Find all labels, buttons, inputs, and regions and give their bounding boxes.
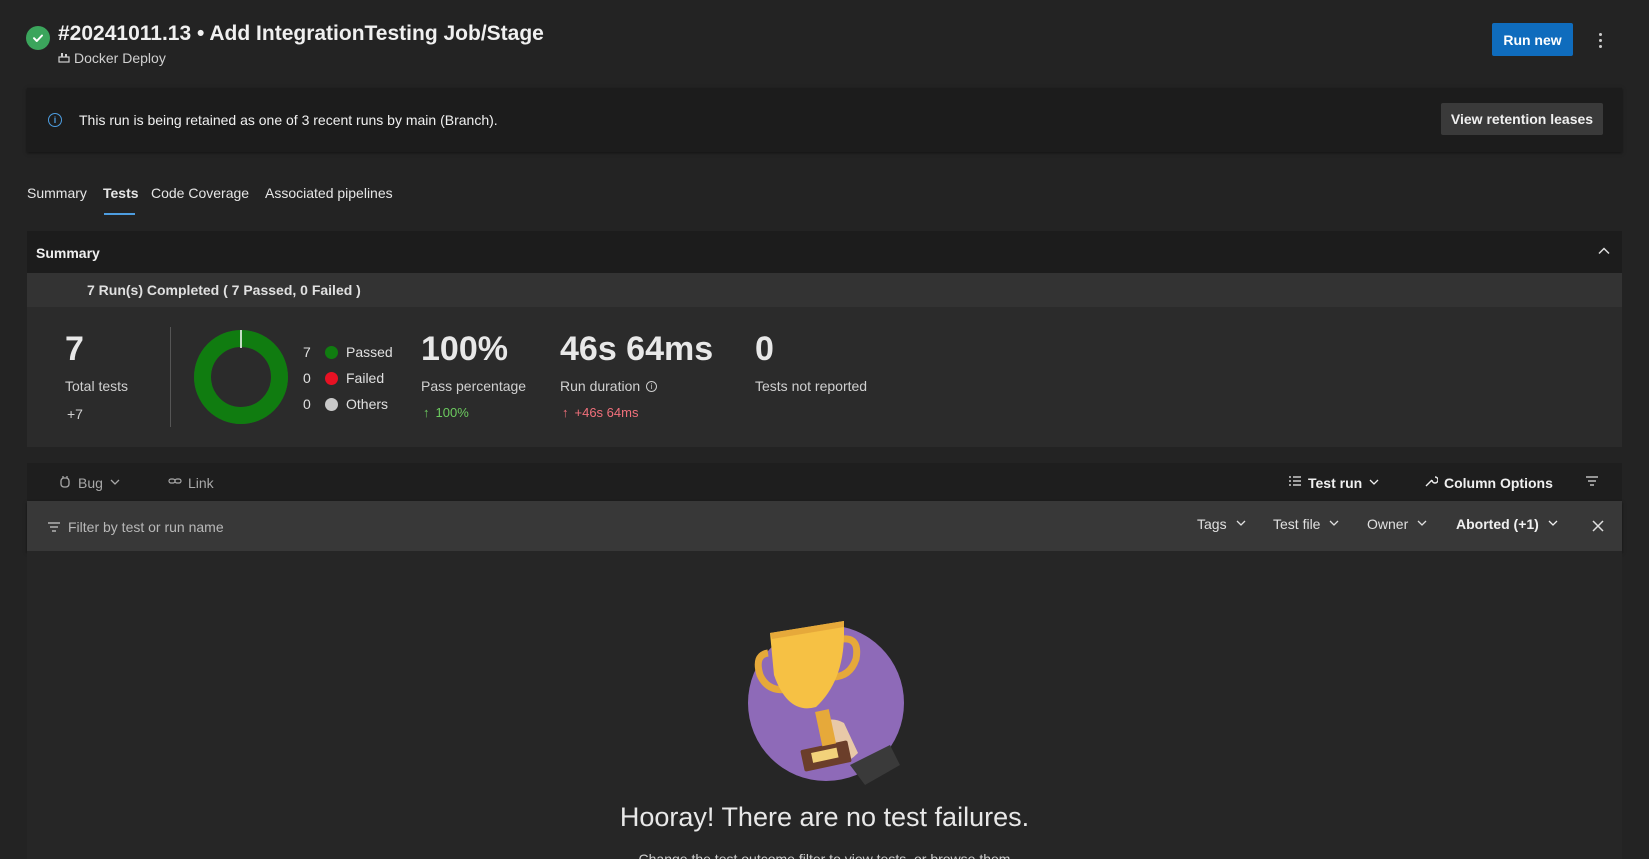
chevron-down-icon bbox=[1328, 516, 1340, 532]
test-run-label: Test run bbox=[1308, 474, 1363, 491]
chevron-down-icon bbox=[109, 475, 121, 491]
info-icon[interactable]: i bbox=[646, 380, 658, 392]
bug-icon bbox=[58, 474, 72, 491]
filter-icon[interactable] bbox=[1585, 474, 1599, 488]
pipeline-name: Docker Deploy bbox=[74, 50, 166, 66]
list-icon bbox=[1288, 474, 1302, 491]
outcome-filter-label: Aborted (+1) bbox=[1456, 516, 1539, 532]
summary-title: Summary bbox=[36, 245, 100, 261]
others-label: Others bbox=[346, 396, 389, 412]
column-options-label: Column Options bbox=[1444, 474, 1553, 491]
chevron-down-icon bbox=[1416, 516, 1428, 532]
tab-associated-pipelines[interactable]: Associated pipelines bbox=[265, 185, 393, 201]
failed-count: 0 bbox=[303, 370, 311, 386]
info-icon: i bbox=[48, 113, 62, 127]
passed-label: Passed bbox=[346, 344, 393, 360]
page-title: #20241011.13 • Add IntegrationTesting Jo… bbox=[58, 22, 544, 45]
link-icon bbox=[168, 474, 182, 491]
pass-percentage-delta: ↑ 100% bbox=[423, 405, 469, 420]
chevron-down-icon bbox=[1547, 516, 1559, 532]
passed-count: 7 bbox=[303, 344, 311, 360]
pass-percentage-delta-value: 100% bbox=[435, 405, 469, 420]
active-tab-indicator bbox=[104, 213, 135, 215]
legend-passed: 7 Passed bbox=[303, 344, 393, 360]
run-duration-delta: ↑ +46s 64ms bbox=[562, 405, 638, 420]
wrench-icon bbox=[1424, 474, 1439, 491]
pass-percentage-label: Pass percentage bbox=[421, 378, 527, 394]
run-new-button[interactable]: Run new bbox=[1492, 23, 1573, 56]
link-button[interactable]: Link bbox=[168, 474, 214, 491]
summary-header[interactable] bbox=[27, 231, 1622, 273]
run-duration-label: Run duration bbox=[560, 378, 641, 394]
run-succeeded-icon bbox=[26, 26, 50, 50]
not-reported-label: Tests not reported bbox=[755, 378, 868, 394]
pass-percentage-value: 100% bbox=[421, 330, 508, 368]
filter-icon bbox=[47, 520, 61, 539]
trophy-illustration bbox=[748, 621, 904, 785]
more-actions-icon[interactable] bbox=[1590, 28, 1610, 52]
owner-filter-dropdown[interactable]: Owner bbox=[1367, 516, 1428, 532]
pipeline-icon bbox=[58, 50, 70, 66]
filter-input[interactable] bbox=[68, 516, 468, 538]
chevron-down-icon bbox=[1368, 475, 1380, 491]
clear-filters-icon[interactable] bbox=[1591, 519, 1605, 538]
run-duration-delta-value: +46s 64ms bbox=[574, 405, 639, 420]
failed-dot-icon bbox=[325, 371, 338, 385]
test-run-group-by[interactable]: Test run bbox=[1288, 474, 1380, 491]
not-reported-value: 0 bbox=[755, 330, 774, 368]
empty-state-subtitle: Change the test outcome filter to view t… bbox=[638, 851, 1011, 859]
owner-filter-label: Owner bbox=[1367, 516, 1409, 532]
donut-passed-segment bbox=[194, 330, 288, 424]
link-label: Link bbox=[188, 474, 214, 491]
tags-filter-dropdown[interactable]: Tags bbox=[1197, 516, 1247, 532]
tab-code-coverage[interactable]: Code Coverage bbox=[151, 185, 249, 201]
chevron-up-icon[interactable] bbox=[1597, 244, 1611, 258]
test-file-filter-label: Test file bbox=[1273, 516, 1321, 532]
empty-state-title: Hooray! There are no test failures. bbox=[619, 802, 1030, 832]
tab-tests[interactable]: Tests bbox=[103, 185, 139, 201]
retention-message: This run is being retained as one of 3 r… bbox=[79, 112, 498, 128]
test-toolbar bbox=[27, 463, 1622, 501]
legend-failed: 0 Failed bbox=[303, 370, 384, 386]
run-duration-value: 46s 64ms bbox=[560, 330, 714, 368]
stats-divider bbox=[170, 327, 171, 427]
bug-button[interactable]: Bug bbox=[58, 474, 121, 491]
column-options-button[interactable]: Column Options bbox=[1424, 474, 1553, 491]
others-dot-icon bbox=[325, 397, 338, 411]
total-tests-label: Total tests bbox=[65, 378, 129, 394]
legend-others: 0 Others bbox=[303, 396, 388, 412]
total-tests-value: 7 bbox=[65, 330, 84, 368]
runs-completed-text: 7 Run(s) Completed ( 7 Passed, 0 Failed … bbox=[87, 282, 361, 298]
run-duration-label-row: Run duration i bbox=[560, 378, 658, 394]
arrow-up-icon: ↑ bbox=[562, 405, 569, 420]
outcome-donut-chart bbox=[194, 330, 288, 424]
total-tests-delta: +7 bbox=[67, 406, 83, 422]
view-retention-leases-button[interactable]: View retention leases bbox=[1441, 103, 1603, 135]
bug-label: Bug bbox=[78, 474, 103, 491]
arrow-up-icon: ↑ bbox=[423, 405, 430, 420]
pipeline-link[interactable]: Docker Deploy bbox=[58, 50, 166, 66]
tab-summary[interactable]: Summary bbox=[27, 185, 87, 201]
others-count: 0 bbox=[303, 396, 311, 412]
passed-dot-icon bbox=[325, 345, 338, 359]
chevron-down-icon bbox=[1235, 516, 1247, 532]
outcome-filter-dropdown[interactable]: Aborted (+1) bbox=[1456, 516, 1559, 532]
failed-label: Failed bbox=[346, 370, 385, 386]
test-file-filter-dropdown[interactable]: Test file bbox=[1273, 516, 1340, 532]
tags-filter-label: Tags bbox=[1197, 516, 1227, 532]
